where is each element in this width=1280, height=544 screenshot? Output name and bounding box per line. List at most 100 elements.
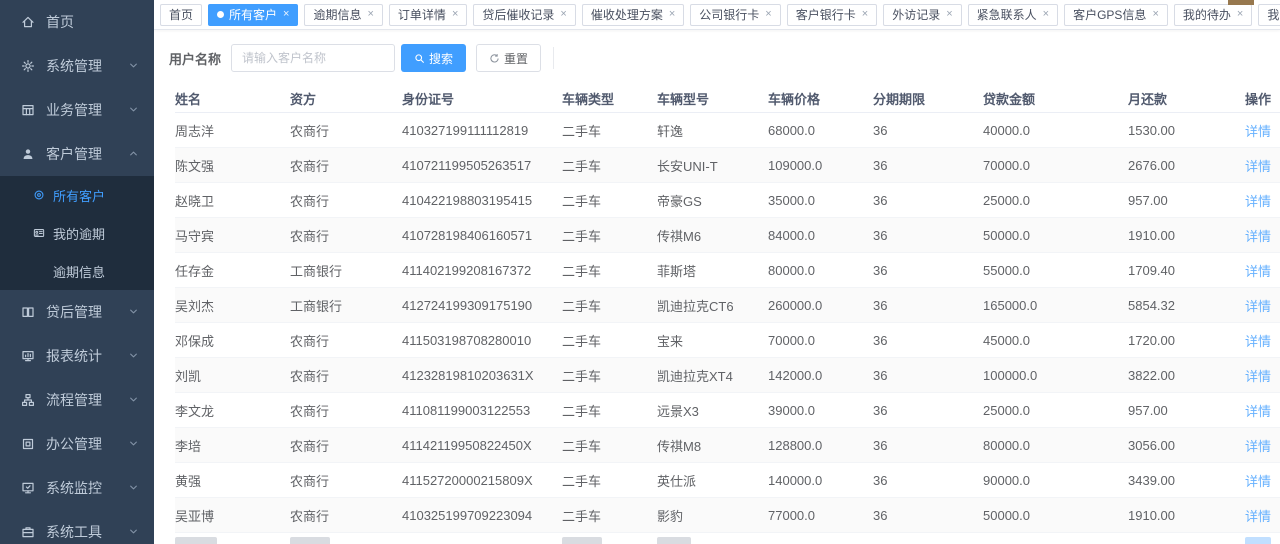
close-icon[interactable]: × <box>560 9 566 20</box>
table-cell: 41142119950822450X <box>402 438 562 453</box>
detail-link[interactable]: 详情 <box>1245 474 1271 489</box>
sidebar-subitem[interactable]: 所有客户 <box>0 176 154 214</box>
table-cell: 农商行 <box>290 366 402 385</box>
sidebar-item[interactable]: 贷后管理 <box>0 290 154 334</box>
detail-link[interactable]: 详情 <box>1245 439 1271 454</box>
sidebar-item[interactable]: 报表统计 <box>0 334 154 378</box>
tab-item[interactable]: 首页 <box>160 4 202 26</box>
table-cell: 农商行 <box>290 331 402 350</box>
column-header: 操作 <box>1245 89 1280 108</box>
tab-item[interactable]: 订单详情× <box>389 4 467 26</box>
clipped-corner-element <box>1228 0 1254 5</box>
sidebar-subitem[interactable]: 我的逾期 <box>0 214 154 252</box>
close-icon[interactable]: × <box>765 9 771 20</box>
table-cell: 吴刘杰 <box>175 296 290 315</box>
circle-icon <box>32 189 45 202</box>
tab-label: 所有客户 <box>229 6 277 23</box>
table-cell: 36 <box>873 298 983 313</box>
table-cell: 菲斯塔 <box>657 261 768 280</box>
sidebar-item[interactable]: 办公管理 <box>0 422 154 466</box>
sidebar-item[interactable]: 流程管理 <box>0 378 154 422</box>
tab-item[interactable]: 客户银行卡× <box>787 4 877 26</box>
tab-item[interactable]: 贷后催收记录× <box>473 4 575 26</box>
close-icon[interactable]: × <box>1043 9 1049 20</box>
table-cell: 80000.0 <box>768 263 873 278</box>
table-row: 马守宾农商行410728198406160571二手车传祺M684000.036… <box>175 218 1280 253</box>
close-icon[interactable]: × <box>862 9 868 20</box>
flow-icon <box>20 392 36 408</box>
close-icon[interactable]: × <box>1152 9 1158 20</box>
table-cell: 二手车 <box>562 121 657 140</box>
table-cell: 1720.00 <box>1128 333 1245 348</box>
table-cell: 40000.0 <box>983 123 1128 138</box>
sidebar-item[interactable]: 业务管理 <box>0 88 154 132</box>
tab-item[interactable]: 公司银行卡× <box>690 4 780 26</box>
reset-button[interactable]: 重置 <box>476 44 541 72</box>
close-icon[interactable]: × <box>1237 9 1243 20</box>
tab-item[interactable]: 我的流程× <box>1258 4 1280 26</box>
sidebar-item[interactable]: 系统监控 <box>0 466 154 510</box>
table-cell: 36 <box>873 403 983 418</box>
detail-link[interactable]: 详情 <box>1245 229 1271 244</box>
table-cell: 55000.0 <box>983 263 1128 278</box>
table-cell: 1530.00 <box>1128 123 1245 138</box>
detail-link[interactable]: 详情 <box>1245 124 1271 139</box>
partial-row <box>175 533 1280 544</box>
table-cell: 70000.0 <box>768 333 873 348</box>
tab-item[interactable]: 催收处理方案× <box>582 4 684 26</box>
close-icon[interactable]: × <box>283 9 289 20</box>
table-cell: 轩逸 <box>657 121 768 140</box>
sidebar-item[interactable]: 客户管理 <box>0 132 154 176</box>
table-cell: 二手车 <box>562 296 657 315</box>
clipped-text <box>175 537 217 544</box>
tab-item[interactable]: 外访记录× <box>883 4 961 26</box>
sidebar-item[interactable]: 系统工具 <box>0 510 154 544</box>
sidebar-subitem[interactable]: 逾期信息 <box>0 252 154 290</box>
table-cell: 帝豪GS <box>657 191 768 210</box>
column-header: 资方 <box>290 89 402 108</box>
tab-item[interactable]: 紧急联系人× <box>968 4 1058 26</box>
sidebar-item-label: 系统管理 <box>46 56 128 76</box>
table-cell: 二手车 <box>562 506 657 525</box>
detail-link[interactable]: 详情 <box>1245 264 1271 279</box>
sidebar-item[interactable]: 系统管理 <box>0 44 154 88</box>
search-icon <box>414 53 425 64</box>
column-header: 车辆类型 <box>562 89 657 108</box>
table-row: 吴刘杰工商银行412724199309175190二手车凯迪拉克CT626000… <box>175 288 1280 323</box>
toolbar-divider <box>553 47 554 69</box>
close-icon[interactable]: × <box>946 9 952 20</box>
clipped-text <box>290 537 330 544</box>
detail-link[interactable]: 详情 <box>1245 369 1271 384</box>
tab-active[interactable]: 所有客户 × <box>208 4 298 26</box>
table-cell: 任存金 <box>175 261 290 280</box>
tab-item[interactable]: 客户GPS信息× <box>1064 4 1168 26</box>
tool-icon <box>20 524 36 540</box>
sidebar-item-label: 系统工具 <box>46 522 128 542</box>
detail-link[interactable]: 详情 <box>1245 334 1271 349</box>
sidebar-item[interactable]: 首页 <box>0 0 154 44</box>
search-button-label: 搜索 <box>429 50 453 67</box>
table-cell: 工商银行 <box>290 296 402 315</box>
detail-link[interactable]: 详情 <box>1245 159 1271 174</box>
sidebar-item-label: 办公管理 <box>46 434 128 454</box>
tab-label: 逾期信息 <box>313 6 361 23</box>
table-cell: 周志洋 <box>175 121 290 140</box>
tab-item[interactable]: 逾期信息 × <box>304 4 382 26</box>
detail-link[interactable]: 详情 <box>1245 509 1271 524</box>
close-icon[interactable]: × <box>669 9 675 20</box>
table-cell: 5854.32 <box>1128 298 1245 313</box>
gear-icon <box>20 58 36 74</box>
table-cell: 50000.0 <box>983 228 1128 243</box>
table-cell: 84000.0 <box>768 228 873 243</box>
detail-link[interactable]: 详情 <box>1245 299 1271 314</box>
table-cell: 农商行 <box>290 191 402 210</box>
tab-item[interactable]: 我的待办× <box>1174 4 1252 26</box>
close-icon[interactable]: × <box>367 9 373 20</box>
search-input[interactable] <box>231 44 395 72</box>
clipped-text <box>657 537 691 544</box>
detail-link[interactable]: 详情 <box>1245 194 1271 209</box>
table-cell: 100000.0 <box>983 368 1128 383</box>
close-icon[interactable]: × <box>452 9 458 20</box>
search-button[interactable]: 搜索 <box>401 44 466 72</box>
detail-link[interactable]: 详情 <box>1245 404 1271 419</box>
